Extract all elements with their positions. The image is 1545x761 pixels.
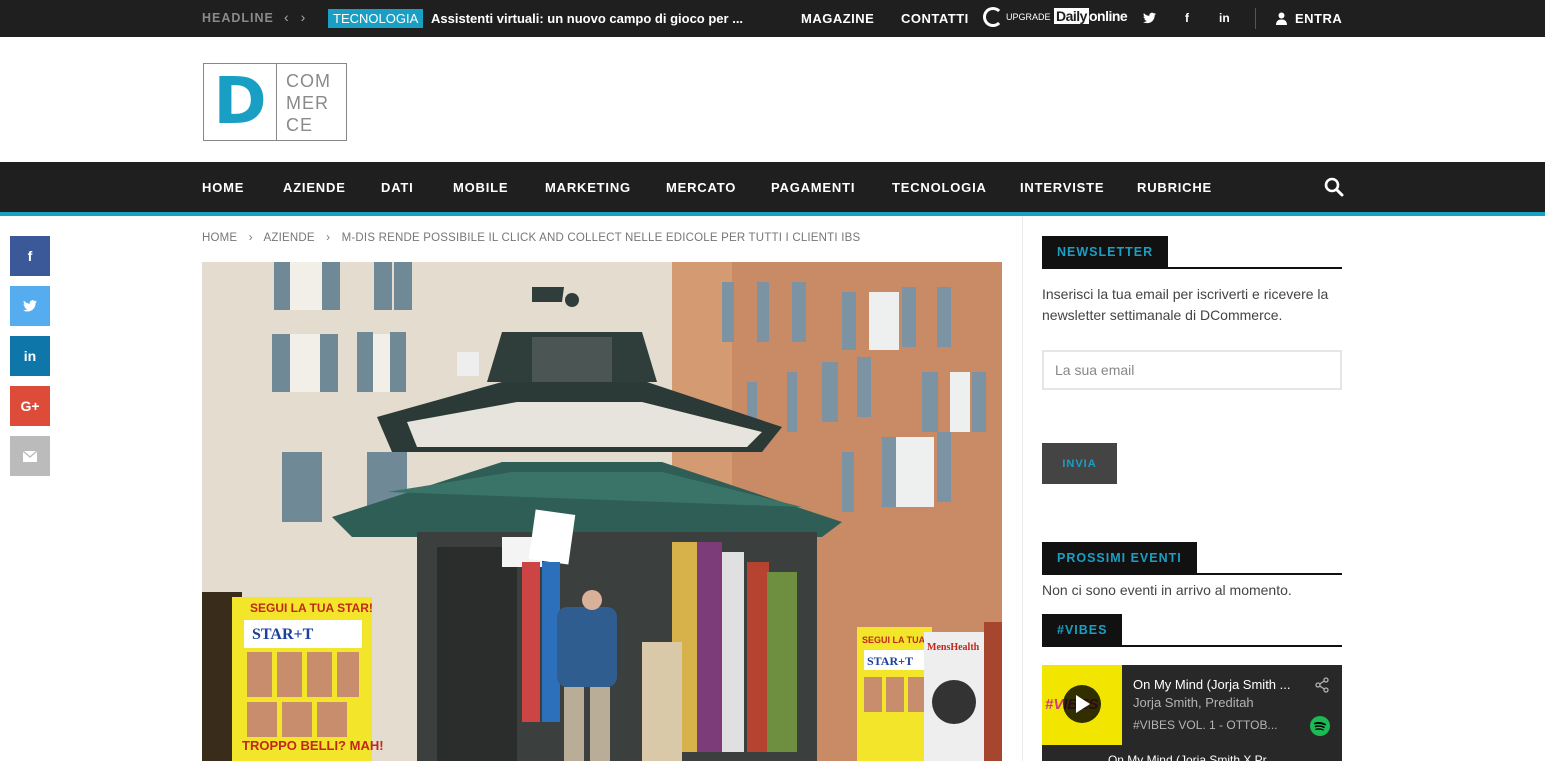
- newsstand-photo: SEGUI LA TUA STAR! STAR+T TROPPO BELLI? …: [202, 262, 1002, 761]
- play-button[interactable]: [1063, 685, 1101, 723]
- breadcrumb-home-link[interactable]: HOME: [202, 232, 237, 244]
- facebook-share-icon: f: [27, 248, 33, 264]
- nav-item-pagamenti[interactable]: PAGAMENTI: [771, 180, 855, 195]
- dailyonline-brand-link[interactable]: Daily online: [1054, 8, 1128, 24]
- share-twitter-button[interactable]: [10, 286, 50, 326]
- events-empty-message: Non ci sono eventi in arrivo al momento.: [1042, 582, 1292, 598]
- daily-brand-part: Daily: [1054, 8, 1089, 24]
- playlist-name[interactable]: #VIBES VOL. 1 - OTTOB...: [1133, 718, 1283, 732]
- headline-category-badge[interactable]: TECNOLOGIA: [328, 9, 424, 28]
- envelope-icon: [23, 450, 37, 462]
- events-widget-title: PROSSIMI EVENTI: [1042, 542, 1197, 574]
- site-logo[interactable]: D COM MER CE: [203, 63, 347, 141]
- newsletter-description: Inserisci la tua email per iscriverti e …: [1042, 286, 1329, 323]
- newsletter-widget-title: NEWSLETTER: [1042, 236, 1169, 268]
- poster-left-brand: STAR+T: [252, 626, 314, 643]
- main-nav: HOME AZIENDE DATI MOBILE MARKETING MERCA…: [0, 162, 1545, 212]
- topbar-separator: [1255, 8, 1256, 29]
- logo-wordmark: COM MER CE: [277, 64, 331, 140]
- headline-arrows: ‹ ›: [284, 9, 313, 25]
- contatti-link[interactable]: CONTATTI: [901, 11, 969, 26]
- breadcrumb-category-link[interactable]: AZIENDE: [264, 232, 315, 244]
- vibes-title-rule: [1042, 645, 1342, 647]
- upgrade-brand-link[interactable]: UPGRADE: [983, 7, 1051, 27]
- user-icon: [1276, 12, 1287, 25]
- breadcrumb-separator: ›: [248, 232, 253, 244]
- top-bar: HEADLINE ‹ › TECNOLOGIA Assistenti virtu…: [0, 0, 1545, 37]
- breadcrumb-current: M-DIS RENDE POSSIBILE IL CLICK AND COLLE…: [341, 232, 861, 244]
- nav-accent-bar: [0, 212, 1545, 216]
- newsletter-email-input[interactable]: [1042, 350, 1342, 390]
- poster-left-headline: SEGUI LA TUA STAR!: [250, 601, 373, 615]
- newsletter-submit-button[interactable]: INVIA: [1042, 443, 1117, 484]
- share-googleplus-button[interactable]: G+: [10, 386, 50, 426]
- nav-item-marketing[interactable]: MARKETING: [545, 180, 631, 195]
- nav-item-aziende[interactable]: AZIENDE: [283, 180, 346, 195]
- magazine-link[interactable]: MAGAZINE: [801, 11, 874, 26]
- headline-title-link[interactable]: Assistenti virtuali: un nuovo campo di g…: [431, 11, 743, 26]
- share-icon[interactable]: [1314, 677, 1330, 693]
- share-linkedin-button[interactable]: in: [10, 336, 50, 376]
- upgrade-label: UPGRADE: [1006, 12, 1051, 22]
- logo-line-1: COM: [286, 71, 331, 91]
- events-title-rule: [1042, 573, 1342, 575]
- logo-letter: D: [213, 65, 267, 139]
- nav-item-mercato[interactable]: MERCATO: [666, 180, 736, 195]
- online-brand-part: online: [1088, 8, 1128, 24]
- tracklist-row[interactable]: On My Mind (Jorja Smith X Pr...: [1042, 749, 1342, 761]
- newsletter-title-rule: [1042, 267, 1342, 269]
- nav-item-dati[interactable]: DATI: [381, 180, 414, 195]
- logo-line-3: CE: [286, 115, 314, 135]
- linkedin-share-icon: in: [23, 348, 37, 364]
- nav-item-mobile[interactable]: MOBILE: [453, 180, 508, 195]
- spotify-logo-icon[interactable]: [1310, 716, 1330, 736]
- nav-item-tecnologia[interactable]: TECNOLOGIA: [892, 180, 987, 195]
- login-label: ENTRA: [1295, 11, 1343, 26]
- share-facebook-button[interactable]: f: [10, 236, 50, 276]
- poster-right-brand: STAR+T: [867, 654, 913, 668]
- play-icon: [1076, 695, 1090, 713]
- vibes-widget-title: #VIBES: [1042, 614, 1123, 646]
- track-artist[interactable]: Jorja Smith, Preditah: [1133, 695, 1254, 710]
- share-email-button[interactable]: [10, 436, 50, 476]
- poster-left-footer: TROPPO BELLI? MAH!: [242, 738, 384, 753]
- nav-item-home[interactable]: HOME: [202, 180, 244, 195]
- googleplus-share-icon: G+: [20, 398, 40, 414]
- twitter-icon[interactable]: [1143, 12, 1156, 27]
- headline-next-button[interactable]: ›: [301, 9, 306, 25]
- search-icon[interactable]: [1324, 177, 1344, 197]
- headline-label: HEADLINE: [202, 11, 274, 25]
- nav-item-rubriche[interactable]: RUBRICHE: [1137, 180, 1212, 195]
- facebook-icon[interactable]: f: [1185, 11, 1189, 25]
- twitter-share-icon: [23, 300, 37, 312]
- spotify-player: #VIBES On My Mind (Jorja Smith ... Jorja…: [1042, 665, 1342, 761]
- breadcrumb-separator: ›: [326, 232, 331, 244]
- featured-image: SEGUI LA TUA STAR! STAR+T TROPPO BELLI? …: [202, 262, 1002, 761]
- linkedin-icon[interactable]: in: [1219, 11, 1230, 25]
- sidebar-divider: [1022, 216, 1023, 761]
- headline-prev-button[interactable]: ‹: [284, 9, 289, 25]
- logo-line-2: MER: [286, 93, 329, 113]
- login-link[interactable]: ENTRA: [1276, 11, 1342, 26]
- poster-far-right-brand: MensHealth: [927, 642, 980, 653]
- upgrade-logo-icon: [983, 7, 1003, 27]
- breadcrumb: HOME › AZIENDE › M-DIS RENDE POSSIBILE I…: [202, 232, 868, 244]
- track-title[interactable]: On My Mind (Jorja Smith ...: [1133, 677, 1308, 692]
- nav-item-interviste[interactable]: INTERVISTE: [1020, 180, 1104, 195]
